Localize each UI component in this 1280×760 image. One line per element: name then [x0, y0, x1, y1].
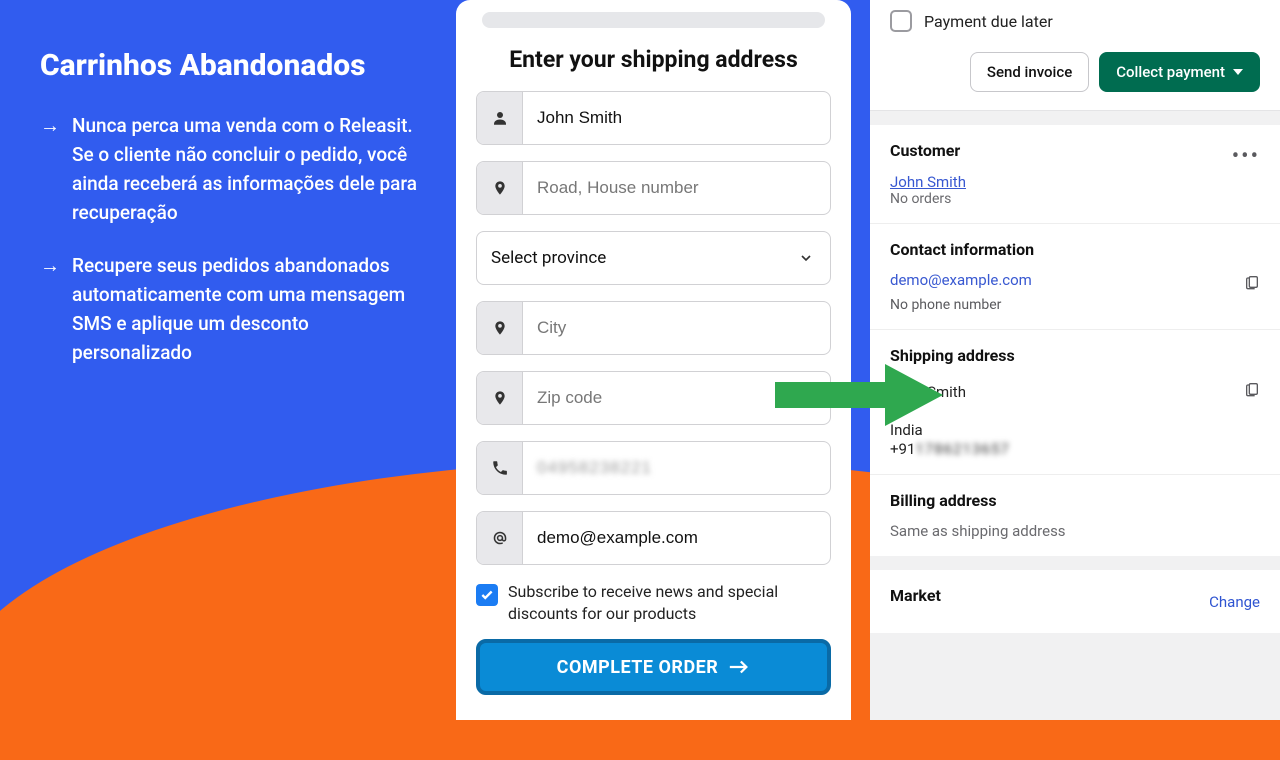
contact-section: Contact information demo@example.com No … — [870, 223, 1280, 329]
contact-email[interactable]: demo@example.com — [890, 271, 1032, 289]
address-field-group — [476, 161, 831, 215]
shipping-country: India — [890, 421, 1260, 439]
name-input[interactable] — [523, 92, 830, 144]
subscribe-label: Subscribe to receive news and special di… — [508, 581, 831, 625]
collect-payment-button[interactable]: Collect payment — [1099, 52, 1260, 92]
marketing-title: Carrinhos Abandonados — [40, 48, 430, 83]
at-icon — [477, 512, 523, 564]
cta-label: COMPLETE ORDER — [557, 657, 719, 678]
complete-order-button[interactable]: COMPLETE ORDER — [476, 639, 831, 695]
bullet-text: Nunca perca uma venda com o Releasit. Se… — [72, 111, 430, 227]
marketing-panel: Carrinhos Abandonados → Nunca perca uma … — [40, 48, 430, 391]
payment-due-row: Payment due later — [870, 0, 1280, 40]
location-icon — [477, 162, 523, 214]
drag-handle — [482, 12, 825, 28]
phone-field-group — [476, 441, 831, 495]
billing-text: Same as shipping address — [890, 522, 1260, 540]
subscribe-checkbox[interactable] — [476, 584, 498, 606]
market-section: Market Change — [870, 570, 1280, 633]
contact-heading: Contact information — [890, 240, 1260, 259]
email-field-group — [476, 511, 831, 565]
location-icon — [477, 302, 523, 354]
clipboard-icon[interactable] — [1244, 380, 1260, 398]
phone-icon — [477, 442, 523, 494]
bullet-item: → Recupere seus pedidos abandonados auto… — [40, 251, 430, 367]
market-heading: Market — [890, 586, 941, 605]
shipping-heading: Shipping address — [890, 346, 1260, 365]
payment-due-checkbox[interactable] — [890, 10, 912, 32]
bullet-text: Recupere seus pedidos abandonados automa… — [72, 251, 430, 367]
shipping-phone-prefix: +91 — [890, 440, 915, 458]
callout-arrow-icon — [775, 360, 945, 430]
form-heading: Enter your shipping address — [476, 46, 831, 73]
email-input[interactable] — [523, 512, 830, 564]
address-input[interactable] — [523, 162, 830, 214]
more-menu-icon[interactable]: ••• — [1232, 144, 1260, 169]
customer-name-link[interactable]: John Smith — [890, 173, 966, 191]
customer-section: Customer ••• John Smith No orders — [870, 125, 1280, 223]
location-icon — [477, 372, 523, 424]
change-link[interactable]: Change — [1209, 593, 1260, 611]
name-field-group — [476, 91, 831, 145]
send-invoice-button[interactable]: Send invoice — [970, 52, 1089, 92]
chevron-down-icon — [798, 250, 814, 266]
person-icon — [477, 92, 523, 144]
bullet-item: → Nunca perca uma venda com o Releasit. … — [40, 111, 430, 227]
clipboard-icon[interactable] — [1244, 273, 1260, 291]
shipping-phone: 1786213657 — [915, 440, 1009, 458]
billing-section: Billing address Same as shipping address — [870, 474, 1280, 556]
customer-heading: Customer — [890, 141, 960, 160]
payment-due-label: Payment due later — [924, 12, 1053, 31]
payment-buttons: Send invoice Collect payment — [870, 40, 1280, 111]
arrow-right-icon — [728, 659, 750, 675]
arrow-right-icon: → — [40, 111, 60, 227]
caret-down-icon — [1233, 67, 1243, 77]
billing-heading: Billing address — [890, 491, 1260, 510]
city-input[interactable] — [523, 302, 830, 354]
subscribe-row: Subscribe to receive news and special di… — [476, 581, 831, 625]
phone-input[interactable] — [523, 442, 830, 494]
city-field-group — [476, 301, 831, 355]
no-phone-label: No phone number — [890, 297, 1260, 313]
arrow-right-icon: → — [40, 251, 60, 367]
customer-orders: No orders — [890, 191, 1260, 207]
province-label: Select province — [491, 248, 606, 268]
province-select[interactable]: Select province — [476, 231, 831, 285]
